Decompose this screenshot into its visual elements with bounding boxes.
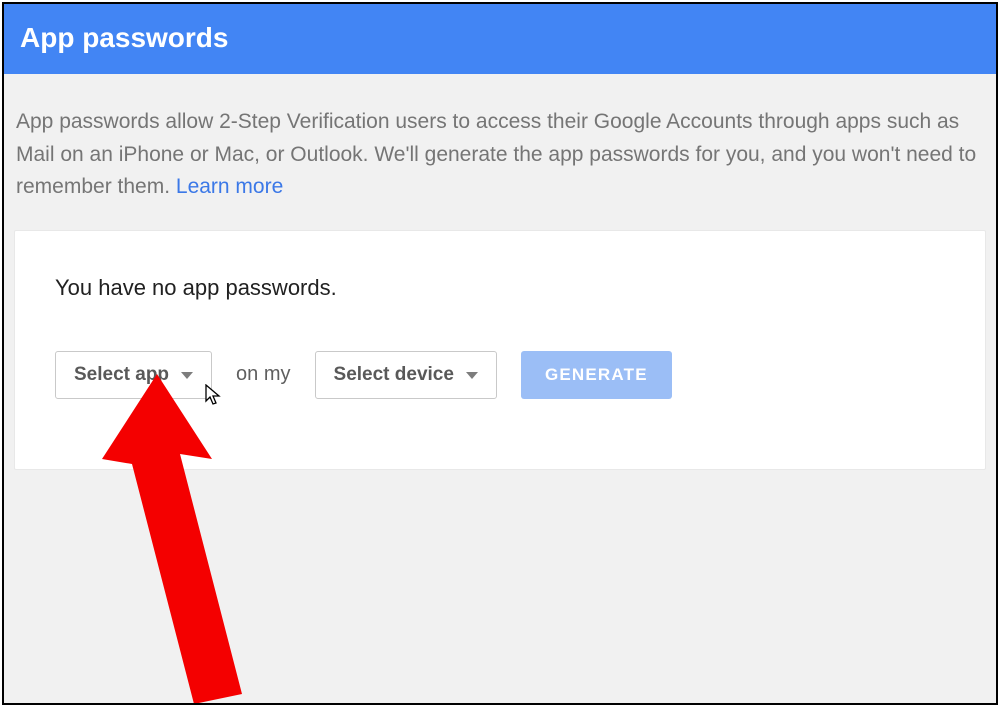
chevron-down-icon — [181, 372, 193, 379]
chevron-down-icon — [466, 372, 478, 379]
learn-more-link[interactable]: Learn more — [176, 175, 283, 198]
select-device-label: Select device — [334, 364, 454, 386]
select-app-label: Select app — [74, 364, 169, 386]
select-device-dropdown[interactable]: Select device — [315, 351, 497, 399]
app-passwords-card: You have no app passwords. Select app on… — [14, 230, 986, 470]
intro-description: App passwords allow 2-Step Verification … — [16, 110, 976, 198]
no-passwords-message: You have no app passwords. — [55, 275, 945, 301]
page-title: App passwords — [20, 22, 980, 54]
select-app-dropdown[interactable]: Select app — [55, 351, 212, 399]
intro-text: App passwords allow 2-Step Verification … — [4, 74, 996, 230]
page-header: App passwords — [4, 4, 996, 74]
app-passwords-page: App passwords App passwords allow 2-Step… — [2, 2, 998, 705]
controls-row: Select app on my Select device GENERATE — [55, 351, 945, 399]
on-my-label: on my — [236, 363, 290, 386]
generate-button[interactable]: GENERATE — [521, 351, 672, 399]
